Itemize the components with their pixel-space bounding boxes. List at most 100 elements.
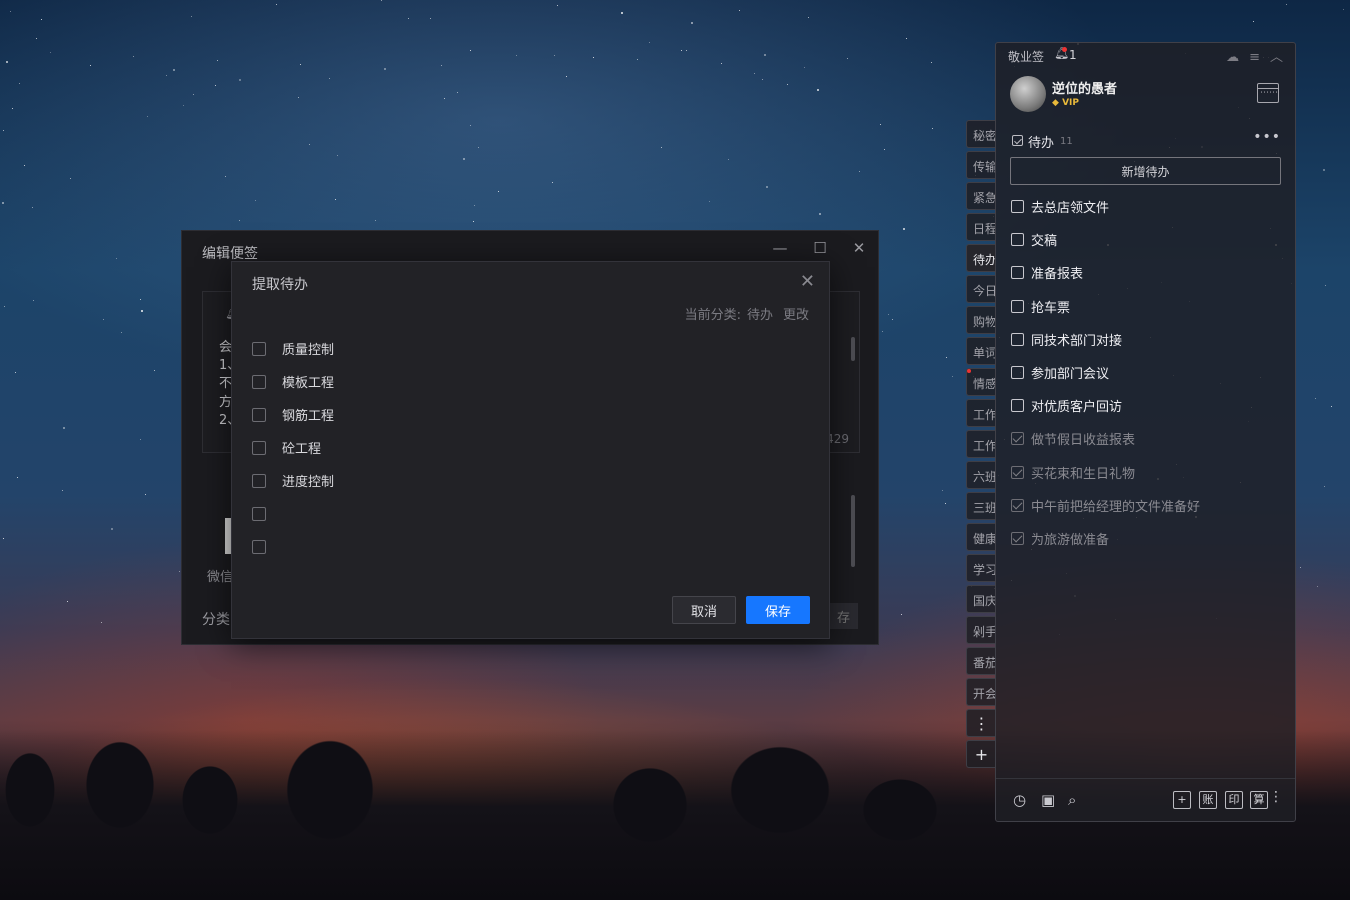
star — [337, 155, 339, 157]
more-tabs-button[interactable]: ⋮ — [966, 709, 996, 737]
star — [33, 300, 35, 302]
category-tab[interactable]: 六班 — [966, 461, 996, 489]
checkbox[interactable] — [252, 407, 266, 422]
add-category-button[interactable]: + — [966, 740, 996, 768]
todo-checkbox[interactable] — [1011, 498, 1024, 512]
todo-checkbox[interactable] — [1011, 299, 1024, 313]
save-button[interactable]: 保存 — [746, 596, 810, 624]
collapse-chevron-icon[interactable]: ︿ — [1270, 50, 1283, 65]
todo-checkbox[interactable] — [1011, 366, 1024, 380]
todo-checkbox[interactable] — [1011, 465, 1024, 479]
search-icon[interactable]: ⌕ — [1068, 791, 1076, 809]
calculator-button[interactable]: 算 — [1250, 791, 1268, 809]
category-tab[interactable]: 国庆 — [966, 585, 996, 613]
list-item[interactable]: 模板工程 — [252, 365, 334, 398]
close-icon[interactable]: ✕ — [800, 271, 815, 292]
star — [408, 18, 410, 20]
list-item[interactable]: 砼工程 — [252, 431, 334, 464]
star — [6, 61, 9, 64]
ledger-button[interactable]: 账 — [1199, 791, 1217, 809]
todo-candidate-list: 质量控制 模板工程 钢筋工程 砼工程 进度控制 — [252, 332, 334, 563]
list-item[interactable]: 钢筋工程 — [252, 398, 334, 431]
category-tab[interactable]: 番茄 — [966, 647, 996, 675]
category-tab[interactable]: 购物 — [966, 306, 996, 334]
list-item[interactable] — [252, 497, 334, 530]
list-item[interactable]: 质量控制 — [252, 332, 334, 365]
star — [191, 16, 193, 18]
todo-checkbox[interactable] — [1011, 266, 1024, 280]
add-note-button[interactable]: + — [1173, 791, 1191, 809]
new-todo-button[interactable]: 新增待办 — [1010, 157, 1281, 185]
star — [766, 186, 769, 189]
star — [239, 79, 242, 82]
todo-item[interactable]: 买花束和生日礼物 — [1011, 456, 1281, 489]
close-button[interactable]: ✕ — [849, 239, 869, 257]
star — [70, 178, 72, 180]
minimize-button[interactable]: — — [770, 239, 790, 257]
todo-checkbox[interactable] — [1011, 399, 1024, 413]
category-tab[interactable]: 秘密 — [966, 120, 996, 148]
panel-footer: ◷ ▣ ⌕ + 账 印 算 ⋮ — [996, 778, 1295, 821]
checkbox[interactable] — [252, 374, 266, 389]
scrollbar-thumb[interactable] — [851, 495, 855, 567]
checkbox[interactable] — [252, 506, 266, 521]
calendar-check-icon[interactable]: ▣ — [1041, 791, 1055, 809]
category-tab[interactable]: 健康 — [966, 523, 996, 551]
star — [140, 299, 142, 301]
checkbox[interactable] — [252, 440, 266, 455]
cloud-sync-icon[interactable]: ☁ — [1226, 50, 1239, 65]
star — [1253, 21, 1255, 23]
star — [17, 477, 19, 479]
star — [474, 205, 476, 207]
checkbox[interactable] — [252, 473, 266, 488]
todo-item[interactable]: 准备报表 — [1011, 256, 1281, 289]
todo-checkbox[interactable] — [1011, 531, 1024, 545]
avatar[interactable] — [1010, 76, 1046, 112]
category-tab[interactable]: 紧急 — [966, 182, 996, 210]
calendar-icon[interactable] — [1257, 83, 1279, 103]
star — [952, 376, 954, 378]
star — [649, 42, 651, 44]
checkbox[interactable] — [252, 341, 266, 356]
star — [728, 159, 730, 161]
list-item[interactable]: 进度控制 — [252, 464, 334, 497]
todo-item[interactable]: 参加部门会议 — [1011, 356, 1281, 389]
more-options-icon[interactable]: ••• — [1253, 129, 1281, 145]
category-tab[interactable]: 三班 — [966, 492, 996, 520]
clock-icon[interactable]: ◷ — [1013, 791, 1026, 809]
change-category-link[interactable]: 更改 — [783, 308, 809, 323]
menu-icon[interactable]: ≡ — [1249, 50, 1260, 65]
todo-checkbox[interactable] — [1011, 332, 1024, 346]
category-tab[interactable]: 剁手 — [966, 616, 996, 644]
todo-item[interactable]: 对优质客户回访 — [1011, 389, 1281, 422]
todo-checkbox[interactable] — [1011, 200, 1024, 214]
checkbox[interactable] — [252, 539, 266, 554]
todo-item[interactable]: 抢车票 — [1011, 290, 1281, 323]
category-tab[interactable]: 学习 — [966, 554, 996, 582]
category-tab[interactable]: 工作 — [966, 430, 996, 458]
todo-checkbox[interactable] — [1011, 432, 1024, 446]
todo-item[interactable]: 中午前把给经理的文件准备好 — [1011, 489, 1281, 522]
category-tab[interactable]: 开会 — [966, 678, 996, 706]
category-tab[interactable]: 工作 — [966, 399, 996, 427]
scrollbar-thumb[interactable] — [851, 337, 855, 361]
category-tab[interactable]: 日程 — [966, 213, 996, 241]
maximize-button[interactable]: ☐ — [810, 239, 830, 257]
star — [637, 59, 639, 61]
category-tab[interactable]: 单词 — [966, 337, 996, 365]
todo-item[interactable]: 做节假日收益报表 — [1011, 422, 1281, 455]
footer-more-icon[interactable]: ⋮ — [1269, 789, 1283, 805]
print-button[interactable]: 印 — [1225, 791, 1243, 809]
category-tab[interactable]: 传输 — [966, 151, 996, 179]
list-item[interactable] — [252, 530, 334, 563]
todo-item[interactable]: 同技术部门对接 — [1011, 323, 1281, 356]
wechat-label: 微信 — [207, 570, 234, 585]
category-tab[interactable]: 待办 — [966, 244, 996, 272]
category-tab[interactable]: 今日 — [966, 275, 996, 303]
todo-item[interactable]: 交稿 — [1011, 223, 1281, 256]
unread-dot — [967, 369, 971, 373]
todo-item[interactable]: 去总店领文件 — [1011, 190, 1281, 223]
todo-item[interactable]: 为旅游做准备 — [1011, 522, 1281, 555]
todo-checkbox[interactable] — [1011, 233, 1024, 247]
cancel-button[interactable]: 取消 — [672, 596, 736, 624]
